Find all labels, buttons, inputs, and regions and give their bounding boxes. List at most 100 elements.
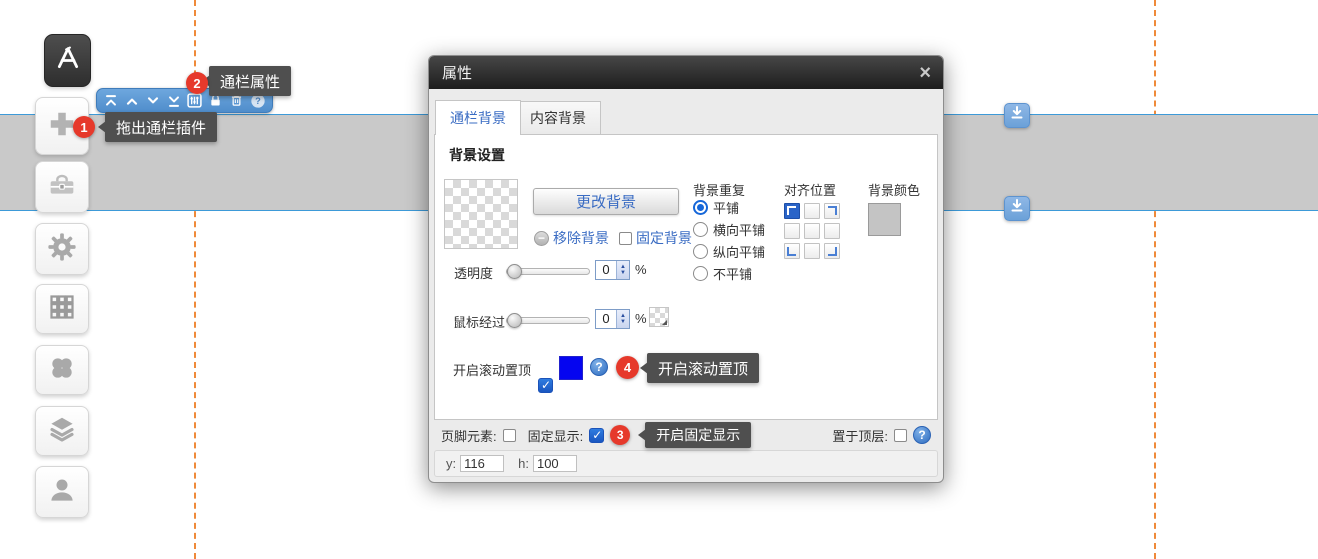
repeat-option-vertical[interactable]: 纵向平铺: [693, 242, 765, 261]
dialog-titlebar[interactable]: 属性 ×: [429, 56, 943, 89]
svg-text:?: ?: [255, 96, 261, 106]
opacity-slider-thumb[interactable]: [507, 264, 522, 279]
on-top-help-icon[interactable]: ?: [913, 426, 931, 444]
dialog-tabs: 通栏背景 内容背景: [434, 89, 938, 135]
tab-banner-background[interactable]: 通栏背景: [435, 100, 521, 135]
hover-spinner[interactable]: 0 ▲▼: [595, 309, 630, 329]
align-cell-top-center[interactable]: [804, 203, 820, 219]
repeat-label: 背景重复: [693, 180, 745, 199]
tab-content-background[interactable]: 内容背景: [515, 101, 601, 134]
align-cell-bottom-right[interactable]: [824, 243, 840, 259]
banner-background-panel: 背景设置 更改背景 − 移除背景 固定背景 透明度 0 ▲▼ %: [434, 135, 938, 420]
opacity-label: 透明度: [454, 263, 493, 282]
footer-element-label: 页脚元素:: [441, 426, 497, 445]
radio-off-icon[interactable]: [693, 266, 708, 281]
tooltip-banner-properties: 通栏属性: [209, 66, 291, 96]
properties-dialog: 属性 × 通栏背景 内容背景 背景设置 更改背景 − 移除背景 固定背景 透明度: [428, 55, 944, 483]
step-badge-1: 1: [73, 116, 95, 138]
align-label: 对齐位置: [784, 180, 836, 199]
dialog-geometry-bar: y: h:: [434, 450, 938, 477]
remove-circle-icon[interactable]: −: [534, 231, 549, 246]
sidebar-item-app-center[interactable]: [44, 34, 91, 87]
align-grid: [784, 203, 840, 259]
hover-spinner-arrows[interactable]: ▲▼: [616, 310, 629, 328]
h-input[interactable]: [533, 455, 577, 472]
insert-down-icon: [1008, 104, 1026, 127]
tooltip-scrolltop: 开启滚动置顶: [647, 353, 759, 383]
background-preview: [444, 179, 518, 249]
sidebar-item-widgets[interactable]: [35, 345, 89, 395]
fixed-background-checkbox[interactable]: [619, 232, 632, 245]
remove-background-link[interactable]: 移除背景: [553, 228, 609, 248]
opacity-spinner-arrows[interactable]: ▲▼: [616, 261, 629, 279]
y-label: y:: [446, 456, 456, 471]
align-cell-middle-center[interactable]: [804, 223, 820, 239]
insert-row-handle-bottom[interactable]: [1004, 196, 1030, 221]
radio-off-icon[interactable]: [693, 244, 708, 259]
fixed-display-label: 固定显示:: [528, 426, 584, 445]
move-to-bottom-icon[interactable]: [165, 92, 183, 110]
insert-down-icon: [1008, 197, 1026, 220]
scrolltop-help-icon[interactable]: ?: [590, 358, 608, 376]
align-cell-middle-right[interactable]: [824, 223, 840, 239]
dialog-title: 属性: [442, 62, 472, 83]
sidebar-item-profile[interactable]: [35, 466, 89, 518]
hover-value: 0: [596, 310, 616, 328]
sidebar-item-toolbox[interactable]: [35, 161, 89, 213]
align-cell-middle-left[interactable]: [784, 223, 800, 239]
dialog-footer-options: 页脚元素: 固定显示: 3 开启固定显示 置于顶层: ?: [434, 420, 938, 450]
sidebar-item-layers[interactable]: [35, 406, 89, 456]
change-background-button[interactable]: 更改背景: [533, 188, 679, 215]
step-badge-4: 4: [616, 356, 639, 379]
align-cell-bottom-left[interactable]: [784, 243, 800, 259]
move-up-icon[interactable]: [123, 92, 141, 110]
sidebar-item-apps-grid[interactable]: [35, 284, 89, 334]
on-top-checkbox[interactable]: [894, 429, 907, 442]
repeat-option-horizontal[interactable]: 横向平铺: [693, 220, 765, 239]
opacity-unit: %: [635, 262, 647, 277]
spinner-down-icon[interactable]: ▼: [620, 319, 626, 325]
spinner-down-icon[interactable]: ▼: [620, 270, 626, 276]
toolbox-icon: [46, 169, 78, 206]
opacity-spinner[interactable]: 0 ▲▼: [595, 260, 630, 280]
app-center-icon: [52, 42, 84, 79]
sidebar-item-settings[interactable]: [35, 223, 89, 275]
hover-slider[interactable]: [506, 317, 590, 324]
scrolltop-color-swatch[interactable]: [559, 356, 583, 380]
hover-unit: %: [635, 311, 647, 326]
grid-icon: [47, 292, 77, 327]
y-input[interactable]: [460, 455, 504, 472]
bgcolor-label: 背景颜色: [868, 180, 920, 199]
opacity-slider[interactable]: [506, 268, 590, 275]
radio-on-icon[interactable]: [693, 200, 708, 215]
on-top-label: 置于顶层:: [832, 426, 888, 445]
h-label: h:: [518, 456, 529, 471]
dialog-content: 通栏背景 内容背景 背景设置 更改背景 − 移除背景 固定背景 透明度 0: [434, 89, 938, 477]
editor-canvas: ? 1 拖出通栏插件 2 通栏属性 属性 × 通栏背景 内容背景 背景设置 更改…: [0, 0, 1318, 559]
properties-icon[interactable]: [186, 92, 204, 110]
hover-slider-thumb[interactable]: [507, 313, 522, 328]
clover-icon: [48, 354, 76, 387]
align-cell-top-right[interactable]: [824, 203, 840, 219]
guide-line-right: [1154, 0, 1156, 559]
repeat-option-tile[interactable]: 平铺: [693, 198, 739, 217]
close-icon[interactable]: ×: [919, 63, 931, 83]
footer-element-checkbox[interactable]: [503, 429, 516, 442]
align-cell-top-left[interactable]: [784, 203, 800, 219]
tooltip-fixed-display: 开启固定显示: [645, 422, 751, 448]
align-cell-bottom-center[interactable]: [804, 243, 820, 259]
hover-color-swatch[interactable]: [649, 307, 669, 327]
fixed-display-checkbox[interactable]: [589, 428, 604, 443]
move-down-icon[interactable]: [144, 92, 162, 110]
user-icon: [47, 475, 77, 510]
insert-row-handle-top[interactable]: [1004, 103, 1030, 128]
repeat-option-none[interactable]: 不平铺: [693, 264, 752, 283]
scrolltop-checkbox[interactable]: [538, 378, 553, 393]
fixed-background-label: 固定背景: [636, 228, 692, 248]
layers-icon: [47, 414, 77, 449]
bgcolor-swatch[interactable]: [868, 203, 901, 236]
radio-off-icon[interactable]: [693, 222, 708, 237]
move-to-top-icon[interactable]: [102, 92, 120, 110]
step-badge-3: 3: [610, 425, 630, 445]
gear-icon: [46, 231, 78, 268]
